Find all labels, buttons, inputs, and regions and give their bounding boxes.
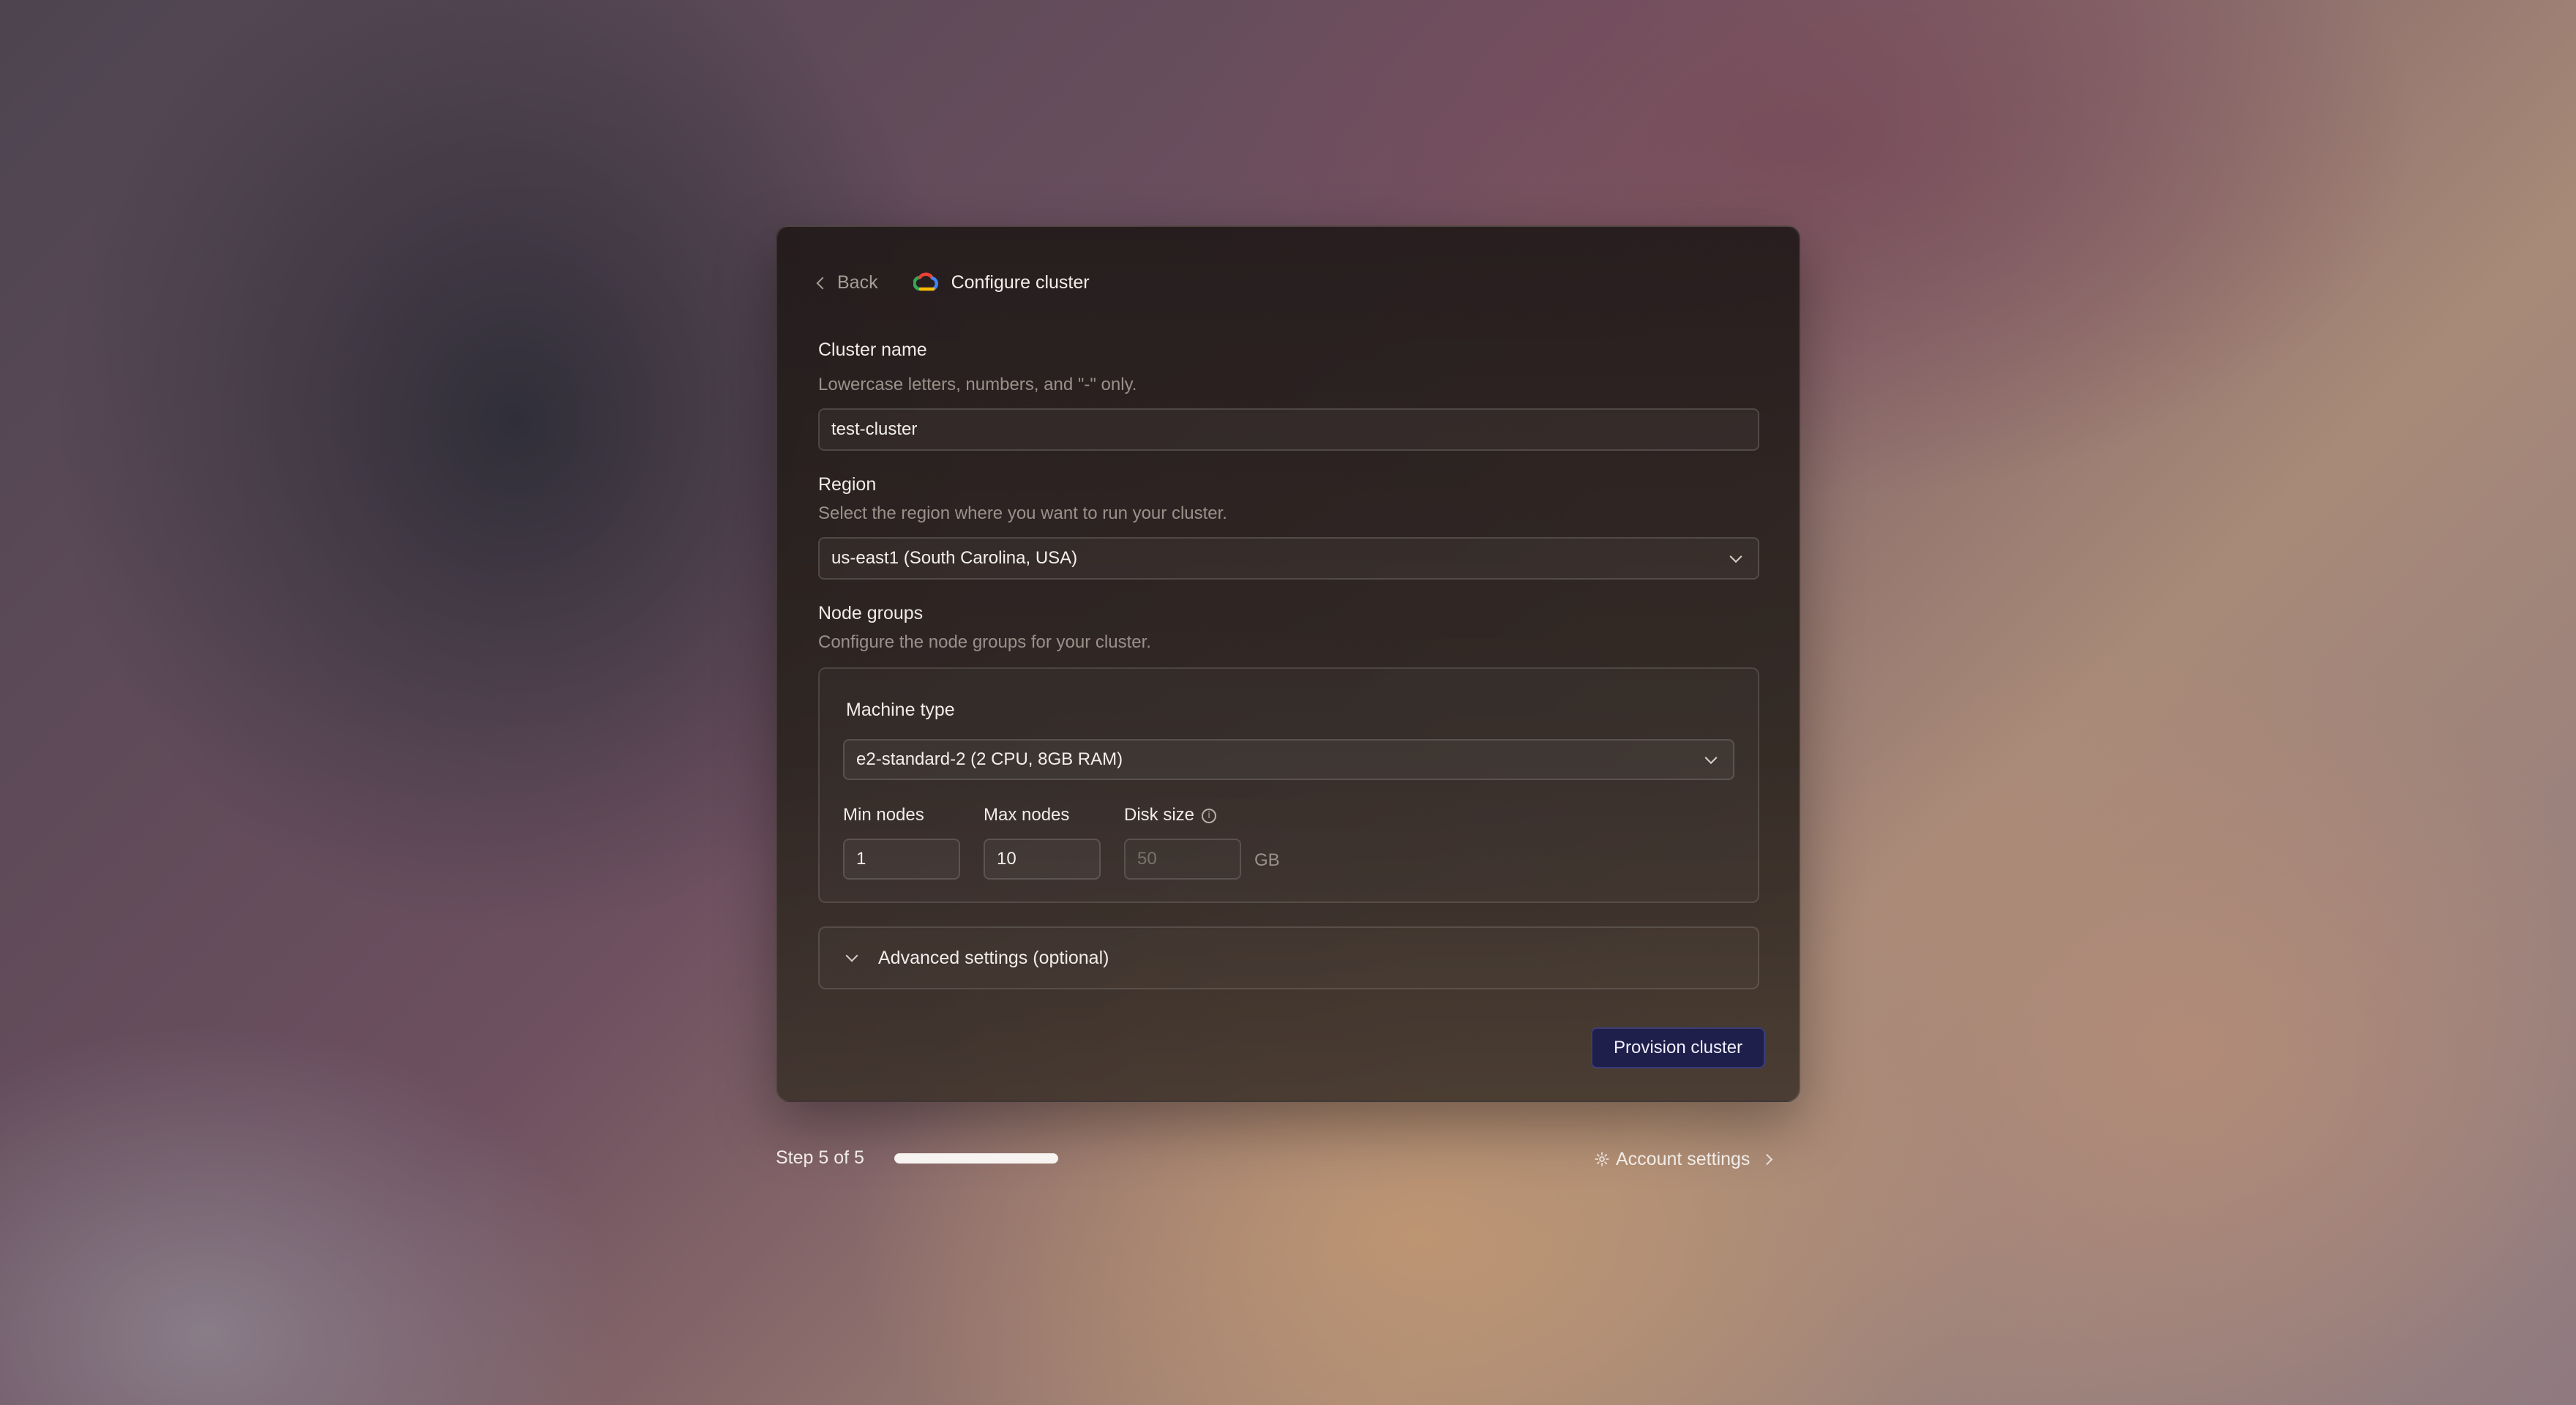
card-header: Back Configure cluster (816, 268, 1090, 297)
cluster-name-value: test-cluster (831, 419, 918, 439)
region-hint: Select the region where you want to run … (818, 503, 1227, 523)
min-nodes-label: Min nodes (843, 805, 924, 825)
configure-cluster-card: Back Configure cluster Cluster name Lowe… (776, 225, 1800, 1102)
disk-size-label: Disk size (1124, 805, 1195, 825)
advanced-settings-toggle[interactable]: Advanced settings (optional) (818, 926, 1759, 989)
min-nodes-value: 1 (856, 849, 866, 869)
progress-fill (894, 1153, 1058, 1164)
back-label: Back (837, 271, 878, 293)
gear-icon (1595, 1152, 1609, 1166)
machine-type-label: Machine type (846, 700, 955, 720)
chevron-right-icon (1761, 1153, 1773, 1165)
info-icon[interactable]: i (1202, 808, 1217, 823)
back-button[interactable]: Back (816, 271, 878, 293)
step-indicator: Step 5 of 5 (776, 1147, 864, 1168)
cluster-name-label: Cluster name (818, 340, 927, 360)
machine-type-select[interactable]: e2-standard-2 (2 CPU, 8GB RAM) (843, 739, 1734, 780)
chevron-left-icon (816, 277, 829, 290)
disk-size-unit: GB (1254, 850, 1280, 870)
provision-cluster-button[interactable]: Provision cluster (1591, 1027, 1765, 1068)
cluster-name-input[interactable]: test-cluster (818, 408, 1759, 451)
max-nodes-input[interactable]: 10 (984, 839, 1101, 880)
account-settings-label: Account settings (1616, 1148, 1751, 1169)
min-nodes-input[interactable]: 1 (843, 839, 960, 880)
chevron-down-icon (1704, 752, 1718, 765)
max-nodes-value: 10 (997, 849, 1016, 869)
region-selected-value: us-east1 (South Carolina, USA) (831, 548, 1078, 568)
machine-type-selected-value: e2-standard-2 (2 CPU, 8GB RAM) (856, 749, 1123, 769)
cluster-name-hint: Lowercase letters, numbers, and "-" only… (818, 375, 1137, 394)
node-group-panel: Machine type e2-standard-2 (2 CPU, 8GB R… (818, 667, 1759, 903)
disk-size-placeholder: 50 (1137, 849, 1157, 869)
advanced-settings-label: Advanced settings (optional) (878, 947, 1109, 968)
chevron-down-icon (845, 949, 858, 962)
progress-bar (894, 1153, 1058, 1164)
chevron-down-icon (1729, 550, 1742, 563)
google-cloud-icon (913, 272, 938, 291)
max-nodes-label: Max nodes (984, 805, 1070, 825)
disk-size-input[interactable]: 50 (1124, 839, 1241, 880)
account-settings-link[interactable]: Account settings (1594, 1146, 1773, 1172)
page-title: Configure cluster (951, 271, 1090, 293)
node-groups-hint: Configure the node groups for your clust… (818, 632, 1151, 652)
region-label: Region (818, 474, 877, 495)
disk-size-label-group: Disk size i (1124, 805, 1217, 825)
region-select[interactable]: us-east1 (South Carolina, USA) (818, 537, 1759, 580)
node-groups-label: Node groups (818, 603, 924, 623)
